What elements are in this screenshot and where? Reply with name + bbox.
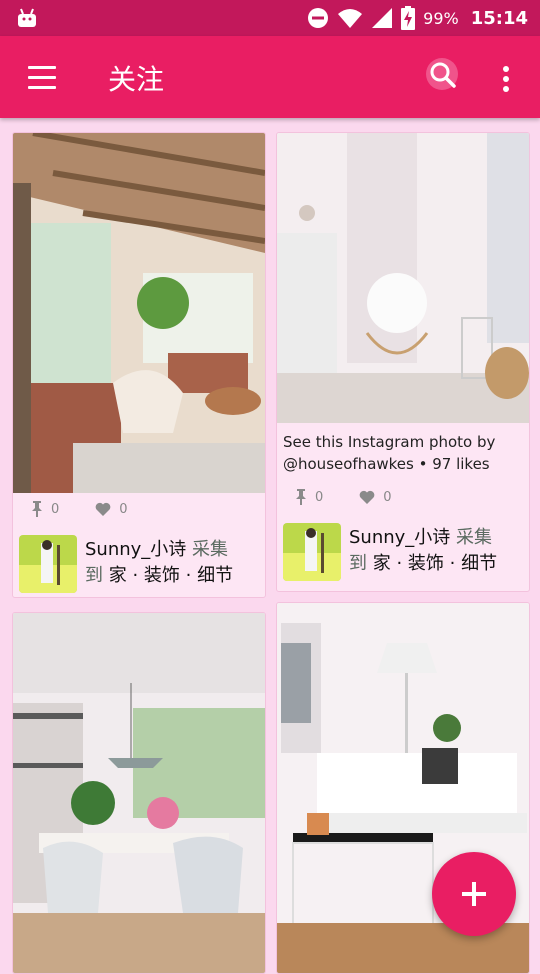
pin-image-white-room[interactable] [277,133,529,423]
board-name[interactable]: 家 · 装饰 · 细节 [373,553,497,574]
pin-image-dining-room[interactable] [13,613,265,973]
feed-card[interactable]: 0 0 Sunny_小诗 采集 到 家 · 装饰 · 细节 [12,132,266,598]
author-name[interactable]: Sunny_小诗 [349,527,450,548]
add-button[interactable] [432,852,516,936]
to-label: 到 [85,565,103,586]
like-count: 0 [119,501,128,517]
author-line: Sunny_小诗 采集 到 家 · 装饰 · 细节 [349,525,525,577]
feed-card[interactable] [12,612,266,974]
action-label: 采集 [456,527,493,548]
menu-icon[interactable] [28,66,56,89]
battery-percent: 99% [423,8,459,28]
heart-icon[interactable] [359,490,375,504]
pin-author[interactable]: Sunny_小诗 采集 到 家 · 装饰 · 细节 [19,535,261,595]
pin-image-attic-room[interactable] [13,133,265,493]
pin-stats: 0 0 [295,489,392,505]
clock: 15:14 [470,7,528,29]
more-vert-icon[interactable] [502,66,510,92]
do-not-disturb-icon [308,8,329,28]
pin-author[interactable]: Sunny_小诗 采集 到 家 · 装饰 · 细节 [283,523,525,583]
android-icon [18,8,36,27]
wifi-icon [338,9,363,28]
pin-count: 0 [315,489,324,505]
author-name[interactable]: Sunny_小诗 [85,539,186,560]
author-line: Sunny_小诗 采集 到 家 · 装饰 · 细节 [85,537,261,589]
page-title: 关注 [108,63,165,96]
pin-icon[interactable] [295,489,307,505]
pin-count: 0 [51,501,60,517]
feed-card[interactable]: See this Instagram photo by @houseofhawk… [276,132,530,592]
pin-icon[interactable] [31,501,43,517]
pin-caption: See this Instagram photo by @houseofhawk… [283,433,496,473]
board-name[interactable]: 家 · 装饰 · 细节 [109,565,233,586]
status-bar: 99% 15:14 [0,0,540,36]
heart-icon[interactable] [95,502,111,516]
action-label: 采集 [192,539,229,560]
avatar[interactable] [283,523,341,581]
search-icon[interactable] [422,56,462,96]
signal-icon [372,8,393,28]
pin-stats: 0 0 [31,501,128,517]
like-count: 0 [383,489,392,505]
app-bar: 关注 [0,36,540,118]
battery-charging-icon [401,6,416,30]
avatar[interactable] [19,535,77,593]
to-label: 到 [349,553,367,574]
